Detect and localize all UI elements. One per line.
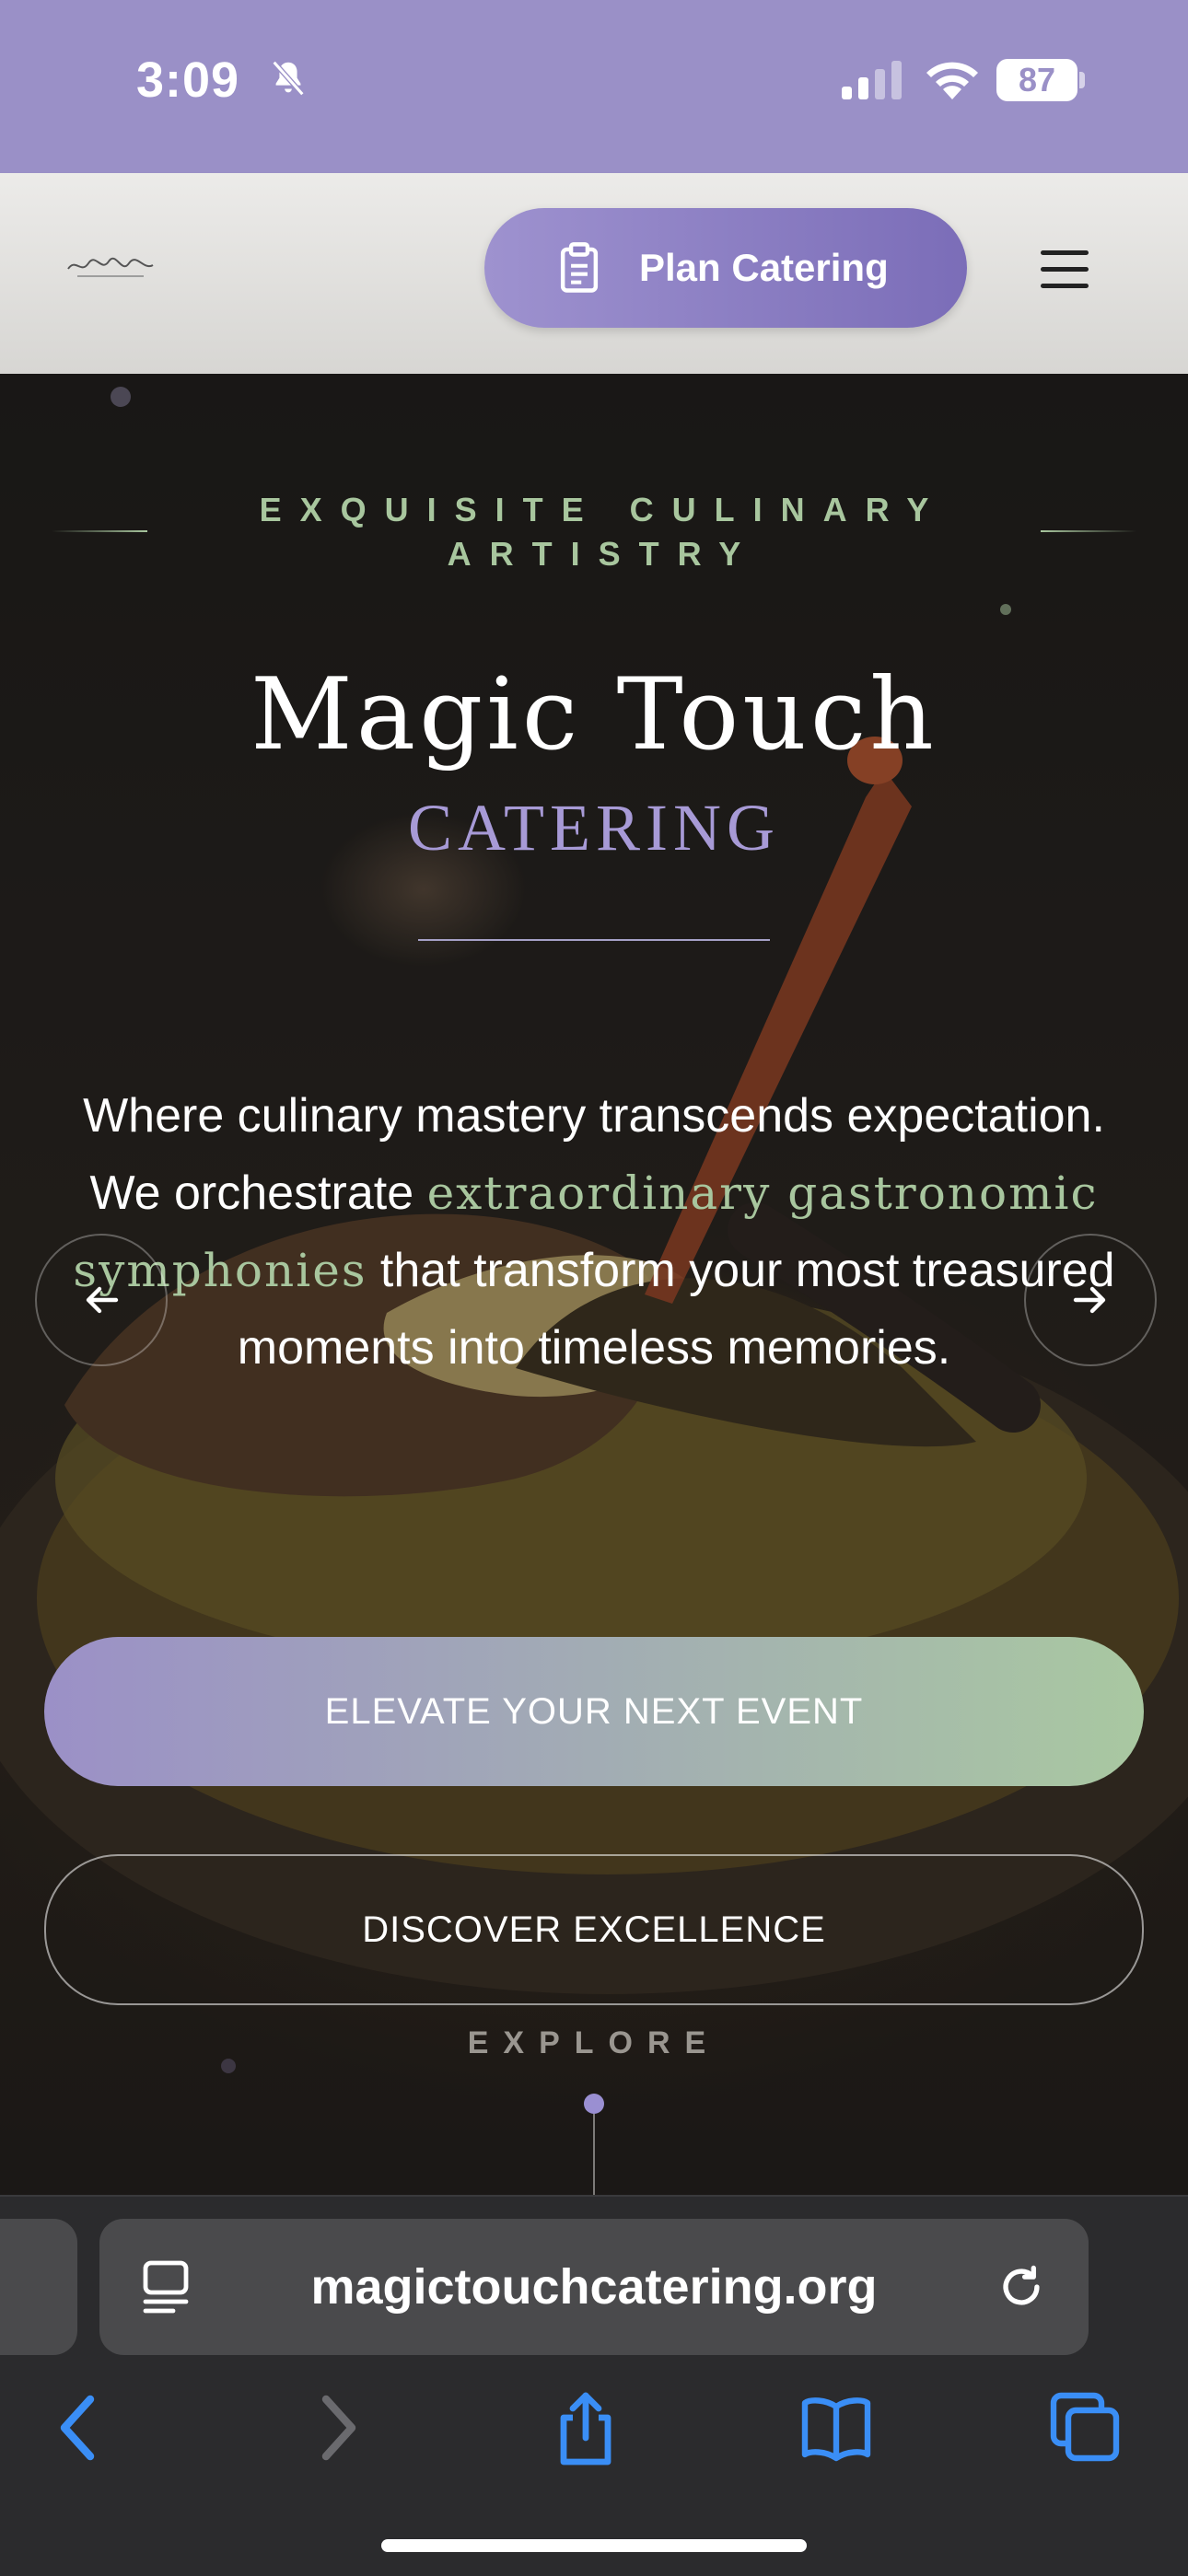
bookmarks-icon[interactable]	[799, 2388, 873, 2467]
elevate-event-button[interactable]: ELEVATE YOUR NEXT EVENT	[44, 1637, 1144, 1786]
bell-slash-icon	[272, 60, 305, 97]
discover-excellence-button[interactable]: DISCOVER EXCELLENCE	[44, 1854, 1144, 2005]
hero-tagline: Where culinary mastery transcends expect…	[64, 1077, 1124, 1387]
previous-tab-preview[interactable]	[0, 2219, 77, 2355]
arrow-left-icon	[86, 1286, 119, 1314]
plan-catering-label: Plan Catering	[639, 246, 889, 289]
hero-eyebrow-text: EXQUISITE CULINARY ARTISTRY	[259, 491, 948, 573]
back-icon[interactable]	[42, 2388, 116, 2467]
url-text[interactable]: magictouchcatering.org	[99, 2219, 1089, 2355]
hamburger-menu-icon[interactable]	[1035, 247, 1094, 293]
tagline-text-end: that transform your most treasured momen…	[237, 1244, 1115, 1375]
wifi-icon	[926, 62, 978, 99]
hero-eyebrow: EXQUISITE CULINARY ARTISTRY	[0, 488, 1188, 576]
hero-title: Magic Touch	[250, 657, 938, 772]
hero-subtitle: CATERING	[408, 791, 780, 864]
hero-divider	[418, 939, 770, 941]
battery-tip	[1079, 72, 1085, 88]
battery-icon: 87	[996, 59, 1077, 101]
site-logo[interactable]	[64, 249, 157, 285]
plan-catering-button[interactable]: Plan Catering	[484, 208, 967, 328]
bokeh-dot	[111, 387, 131, 407]
browser-toolbar: magictouchcatering.org	[0, 2195, 1188, 2576]
status-time: 3:09	[136, 52, 240, 108]
status-bar: 3:09 87	[0, 0, 1188, 173]
tabs-icon[interactable]	[1048, 2388, 1122, 2467]
clipboard-icon	[560, 242, 599, 293]
explore-label[interactable]: EXPLORE	[0, 2025, 1188, 2061]
share-icon[interactable]	[549, 2388, 623, 2467]
carousel-next-button[interactable]	[1024, 1234, 1157, 1366]
scroll-indicator-line	[593, 2114, 595, 2195]
bokeh-dot	[1000, 604, 1011, 615]
carousel-prev-button[interactable]	[35, 1234, 168, 1366]
forward-icon[interactable]	[300, 2388, 374, 2467]
address-bar[interactable]: magictouchcatering.org	[99, 2219, 1089, 2355]
reload-icon[interactable]	[995, 2259, 1048, 2315]
arrow-right-icon	[1073, 1286, 1106, 1314]
home-indicator[interactable]	[381, 2539, 807, 2552]
site-header: Plan Catering	[0, 173, 1188, 374]
cellular-signal-icon	[842, 61, 902, 99]
hero-section: EXQUISITE CULINARY ARTISTRY Magic Touch …	[0, 374, 1188, 2195]
scroll-indicator-dot	[584, 2094, 604, 2114]
